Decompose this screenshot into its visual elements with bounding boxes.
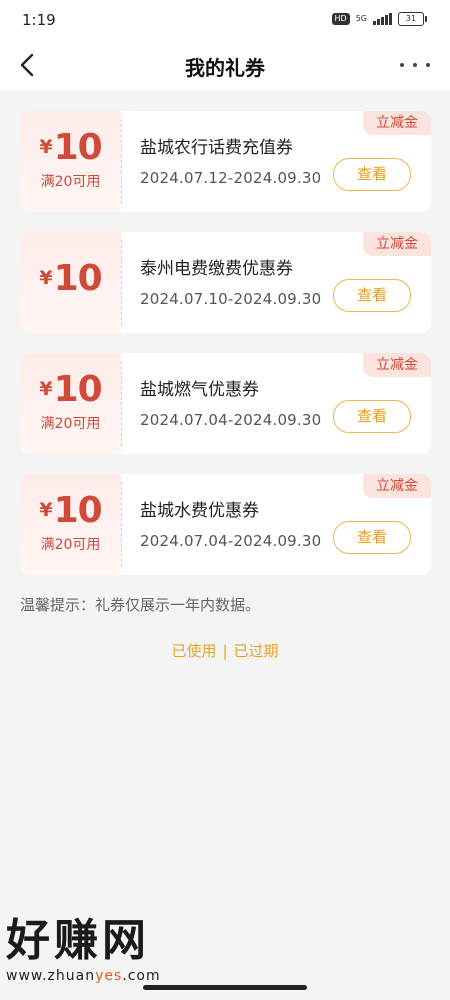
coupon-card[interactable]: ¥10 满20可用 盐城水费优惠券 2024.07.04-2024.09.30 … [20, 474, 431, 575]
battery-icon: 31 [398, 12, 427, 26]
watermark-brand: 好赚网 [6, 915, 150, 966]
currency-symbol: ¥ [39, 378, 53, 400]
coupon-name: 盐城燃气优惠券 [140, 380, 259, 400]
currency-symbol: ¥ [39, 267, 53, 289]
coupon-threshold: 满20可用 [40, 174, 101, 190]
coupon-value-panel: ¥10 满20可用 [20, 111, 121, 212]
tip-text: 温馨提示：礼券仅展示一年内数据。 [20, 596, 261, 614]
more-horizontal-icon [400, 63, 404, 67]
coupon-name: 盐城水费优惠券 [140, 501, 259, 521]
coupon-type-badge: 立减金 [363, 232, 431, 256]
view-button[interactable]: 查看 [333, 158, 411, 191]
coupon-name: 盐城农行话费充值券 [140, 138, 293, 158]
coupon-amount: ¥10 [20, 490, 121, 531]
coupon-name: 泰州电费缴费优惠券 [140, 259, 293, 279]
amount-value: 10 [53, 258, 103, 299]
coupon-date-range: 2024.07.04-2024.09.30 [140, 411, 322, 429]
expired-coupons-link[interactable]: 已过期 [234, 642, 279, 660]
home-indicator[interactable] [143, 985, 307, 990]
more-button[interactable] [400, 54, 430, 76]
coupon-amount: ¥10 [20, 258, 121, 299]
coupon-divider [121, 240, 122, 325]
amount-value: 10 [53, 490, 103, 531]
nav-bar: 我的礼券 [0, 40, 450, 90]
status-time: 1:19 [22, 11, 56, 29]
coupon-date-range: 2024.07.10-2024.09.30 [140, 290, 322, 308]
used-coupons-link[interactable]: 已使用 [171, 642, 216, 660]
amount-value: 10 [53, 369, 103, 410]
coupon-card[interactable]: ¥10 泰州电费缴费优惠券 2024.07.10-2024.09.30 立减金 … [20, 232, 431, 333]
coupon-date-range: 2024.07.04-2024.09.30 [140, 532, 322, 550]
coupon-type-badge: 立减金 [363, 474, 431, 498]
status-bar: 1:19 HD 5G 31 [0, 0, 450, 40]
history-links: 已使用 | 已过期 [0, 640, 450, 661]
hd-icon: HD [331, 13, 350, 25]
coupon-amount: ¥10 [20, 369, 121, 410]
page-title: 我的礼券 [185, 56, 265, 80]
link-separator: | [222, 642, 228, 660]
coupon-divider [121, 482, 122, 567]
currency-symbol: ¥ [39, 499, 53, 521]
view-button[interactable]: 查看 [333, 279, 411, 312]
coupon-card[interactable]: ¥10 满20可用 盐城农行话费充值券 2024.07.12-2024.09.3… [20, 111, 431, 212]
currency-symbol: ¥ [39, 136, 53, 158]
coupon-divider [121, 361, 122, 446]
coupon-date-range: 2024.07.12-2024.09.30 [140, 169, 322, 187]
coupon-amount: ¥10 [20, 127, 121, 168]
coupon-value-panel: ¥10 满20可用 [20, 474, 121, 575]
watermark-url: www.zhuanyes.com [6, 968, 161, 984]
coupon-type-badge: 立减金 [363, 353, 431, 377]
coupon-type-badge: 立减金 [363, 111, 431, 135]
signal-icon [373, 13, 392, 25]
coupon-threshold: 满20可用 [40, 416, 101, 432]
coupon-divider [121, 119, 122, 204]
coupon-value-panel: ¥10 满20可用 [20, 353, 121, 454]
amount-value: 10 [53, 127, 103, 168]
coupon-threshold: 满20可用 [40, 537, 101, 553]
coupon-value-panel: ¥10 [20, 232, 121, 333]
network-type: 5G [355, 14, 367, 23]
view-button[interactable]: 查看 [333, 521, 411, 554]
coupon-card[interactable]: ¥10 满20可用 盐城燃气优惠券 2024.07.04-2024.09.30 … [20, 353, 431, 454]
view-button[interactable]: 查看 [333, 400, 411, 433]
status-icons: HD 5G 31 [331, 12, 427, 26]
watermark: 好赚网 www.zhuanyes.com [6, 915, 161, 985]
